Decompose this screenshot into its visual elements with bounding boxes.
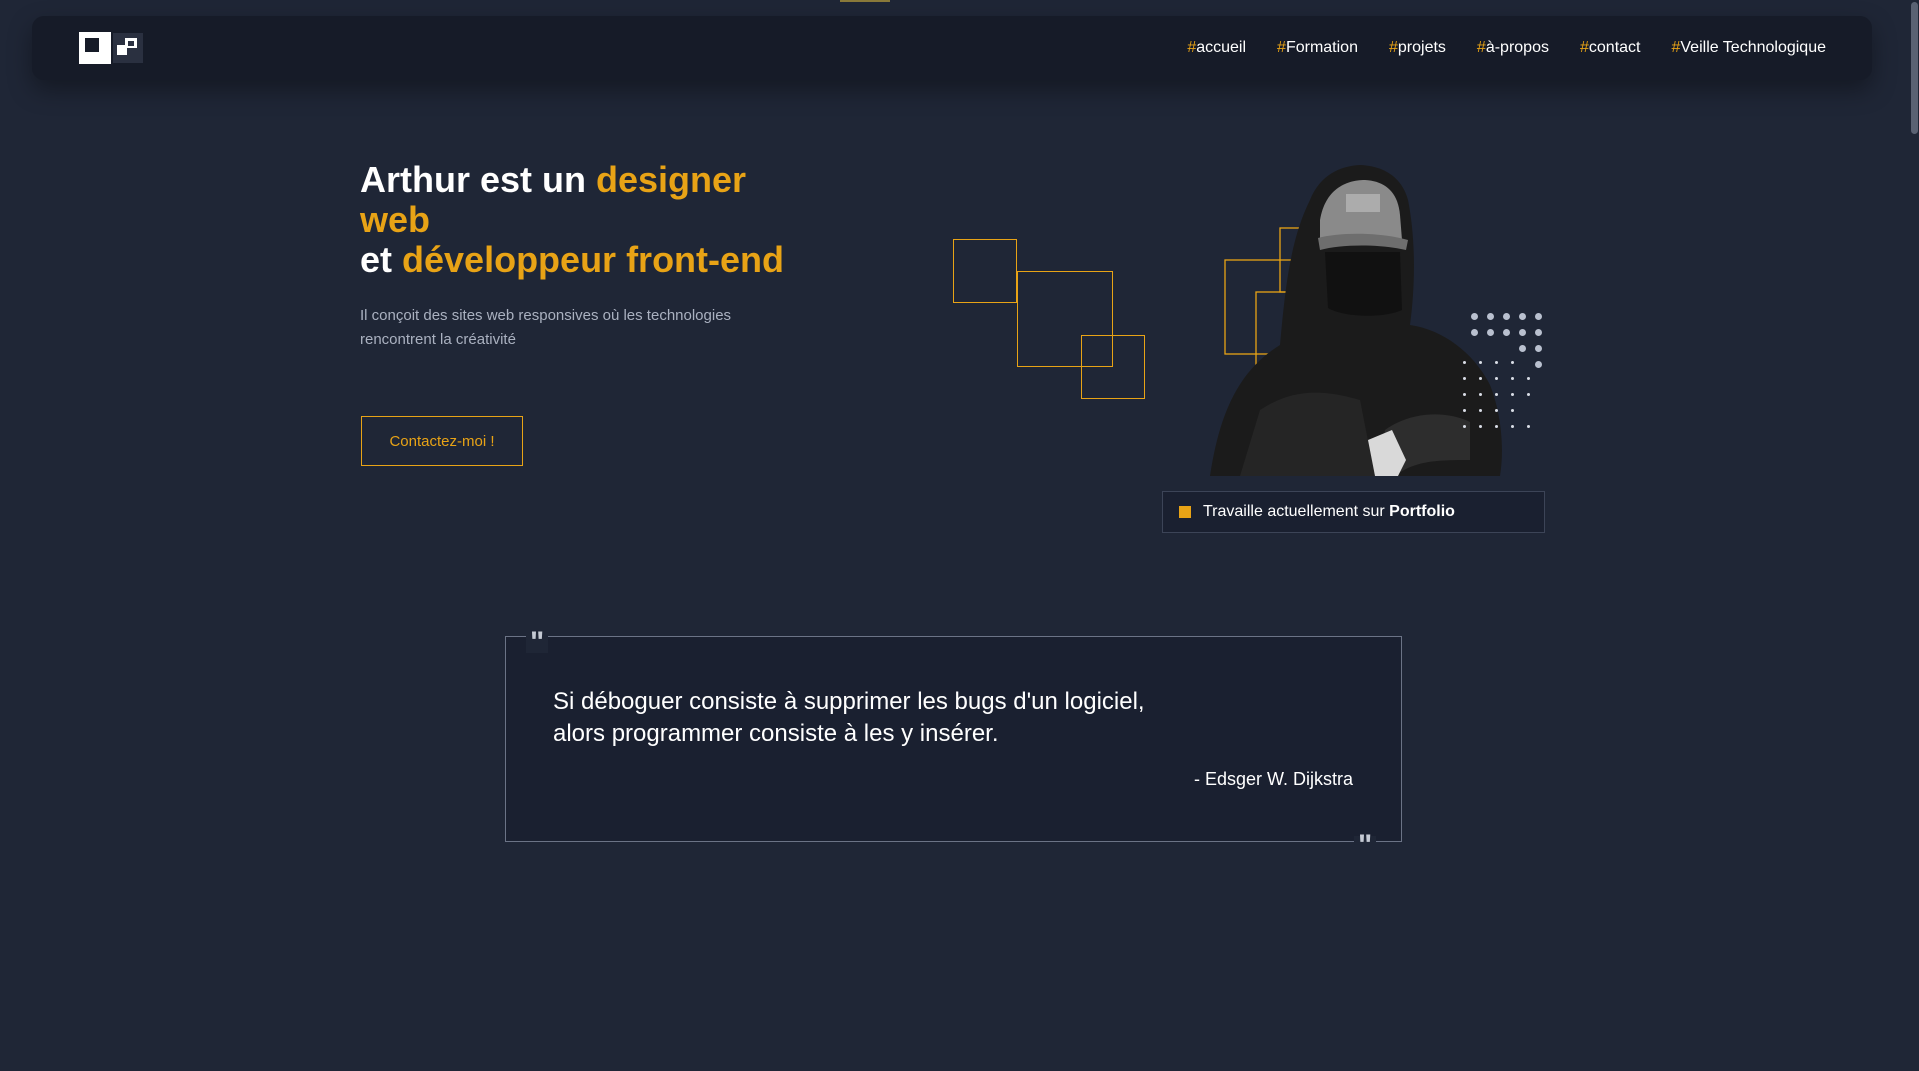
page-load-progress [840, 0, 890, 2]
nav-hash: # [1388, 39, 1398, 56]
page-scrollbar[interactable] [1909, 0, 1919, 1071]
nav-label: Veille Technologique [1680, 39, 1826, 56]
nav-label: contact [1588, 39, 1641, 56]
hero-title-text: Arthur est un [360, 159, 597, 200]
site-logo[interactable] [79, 32, 143, 64]
quote-author: - Edsger W. Dijkstra [1193, 769, 1353, 789]
logo-square-icon [79, 32, 111, 64]
nav-hash: # [1187, 39, 1197, 56]
hero-subtitle: Il conçoit des sites web responsives où … [360, 307, 732, 348]
logo-mark-icon [113, 33, 143, 63]
scrollbar-thumb[interactable] [1911, 2, 1918, 134]
nav-link-contact[interactable]: #contact [1580, 39, 1641, 57]
decor-square [1081, 335, 1145, 399]
nav-link-veille-technologique[interactable]: #Veille Technologique [1671, 39, 1826, 57]
close-quote-icon: " [1354, 831, 1377, 861]
nav-hash: # [1277, 39, 1286, 56]
open-quote-icon: " [526, 628, 549, 658]
nav-link-accueil[interactable]: #accueil [1187, 39, 1246, 57]
nav-label: projets [1397, 39, 1446, 56]
main-nav: #accueil #Formation #projets #à-propos #… [1187, 39, 1826, 57]
nav-link-a-propos[interactable]: #à-propos [1477, 39, 1549, 57]
current-work-status: Travaille actuellement sur Portfolio [1162, 491, 1545, 533]
hero-title: Arthur est un designer web et développeu… [360, 160, 820, 280]
nav-link-projets[interactable]: #projets [1389, 39, 1446, 57]
status-text: Travaille actuellement sur Portfolio [1203, 503, 1455, 521]
nav-hash: # [1579, 39, 1589, 56]
decor-square [953, 239, 1017, 303]
top-navbar: #accueil #Formation #projets #à-propos #… [32, 16, 1872, 80]
dot-grid-decoration [1463, 313, 1551, 433]
quote-line: Si déboguer consiste à supprimer les bug… [553, 688, 1145, 715]
contact-button[interactable]: Contactez-moi ! [361, 416, 523, 466]
nav-hash: # [1476, 39, 1486, 56]
quote-text: Si déboguer consiste à supprimer les bug… [553, 686, 1193, 750]
quote-line: alors programmer consiste à les y insére… [553, 720, 999, 747]
nav-label: à-propos [1485, 39, 1549, 56]
status-project: Portfolio [1389, 503, 1455, 520]
nav-link-formation[interactable]: #Formation [1277, 39, 1358, 57]
nav-label: accueil [1196, 39, 1247, 56]
status-prefix: Travaille actuellement sur [1203, 503, 1390, 520]
status-square-icon [1179, 506, 1191, 518]
hero-title-text: et [360, 239, 403, 280]
hero-title-accent: développeur front-end [402, 239, 785, 280]
nav-label: Formation [1285, 39, 1358, 56]
